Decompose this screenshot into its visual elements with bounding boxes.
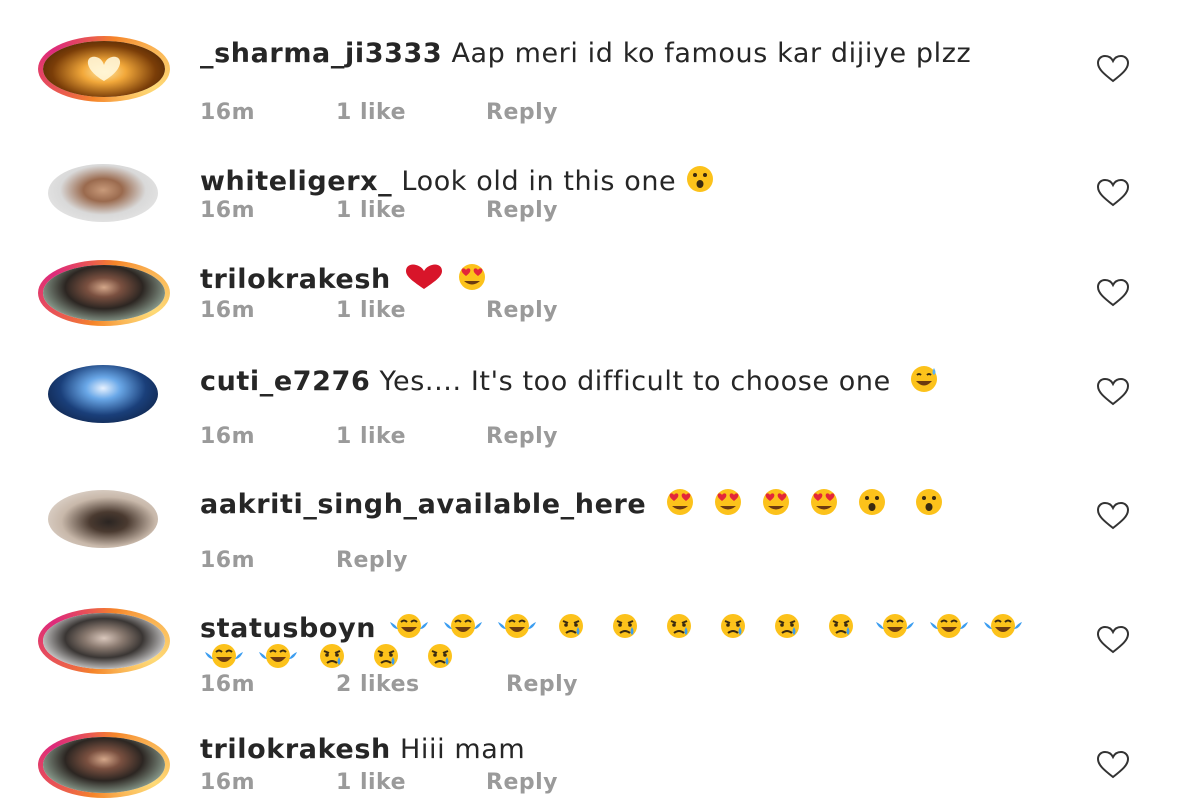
reply-button[interactable]: Reply (506, 672, 578, 697)
comment-likes[interactable]: 1 like (336, 770, 406, 795)
comment-time: 16m (200, 298, 256, 323)
crying-emoji (763, 612, 817, 640)
comment-text-block: aakriti_singh_available_here (200, 488, 1060, 518)
comment-username[interactable]: aakriti_singh_available_here (200, 489, 646, 520)
comment-text-block: _sharma_ji3333 Aap meri id ko famous kar… (200, 40, 1060, 67)
tears-of-joy-emoji (979, 612, 1033, 640)
tears-of-joy-emoji (200, 642, 254, 670)
reply-button[interactable]: Reply (486, 770, 558, 795)
heart-eyes-emoji (752, 488, 800, 516)
avatar[interactable] (48, 164, 158, 222)
heart-outline-icon[interactable] (1096, 501, 1130, 531)
tears-of-joy-emoji (385, 612, 439, 640)
tears-of-joy-emoji (871, 612, 925, 640)
avatar[interactable] (38, 732, 170, 798)
heart-outline-icon[interactable] (1096, 750, 1130, 780)
comment-time: 16m (200, 198, 256, 223)
crying-emoji (416, 642, 470, 670)
avatar[interactable] (48, 490, 158, 548)
comment-text: Hiii mam (400, 734, 526, 765)
comment-text: Aap meri id ko famous kar dijiye plzz (451, 38, 972, 69)
comment-likes[interactable]: 1 like (336, 298, 406, 323)
tears-of-joy-emoji (493, 612, 547, 640)
comment-time: 16m (200, 100, 256, 125)
reply-button[interactable]: Reply (486, 298, 558, 323)
surprised-emoji (905, 488, 953, 516)
comment-likes[interactable]: 1 like (336, 198, 406, 223)
reply-button[interactable]: Reply (486, 424, 558, 449)
sweat-smile-emoji (900, 365, 948, 393)
comment-username[interactable]: whiteligerx_ (200, 166, 392, 197)
comment-username[interactable]: trilokrakesh (200, 734, 391, 765)
crying-emoji (362, 642, 416, 670)
red-heart-emoji (400, 263, 448, 291)
heart-outline-icon[interactable] (1096, 377, 1130, 407)
tears-of-joy-emoji (925, 612, 979, 640)
comment-likes[interactable]: 1 like (336, 424, 406, 449)
comment-text-block: trilokrakesh (200, 263, 1060, 293)
comment-text-block: trilokrakesh Hiii mam (200, 736, 1060, 763)
reply-button[interactable]: Reply (336, 548, 408, 573)
comment-username[interactable]: cuti_e7276 (200, 366, 370, 397)
heart-outline-icon[interactable] (1096, 54, 1130, 84)
avatar[interactable] (38, 260, 170, 326)
heart-eyes-emoji (448, 263, 496, 291)
crying-emoji (655, 612, 709, 640)
crying-emoji (817, 612, 871, 640)
heart-outline-icon[interactable] (1096, 278, 1130, 308)
surprised-emoji (676, 165, 724, 193)
crying-emoji (709, 612, 763, 640)
comment-text: Yes.... It's too difficult to choose one (379, 366, 891, 397)
reply-button[interactable]: Reply (486, 198, 558, 223)
comment-likes[interactable]: 1 like (336, 100, 406, 125)
heart-eyes-emoji (800, 488, 848, 516)
heart-eyes-emoji (656, 488, 704, 516)
comment-text-block: cuti_e7276 Yes.... It's too difficult to… (200, 365, 1060, 395)
tears-of-joy-emoji (254, 642, 308, 670)
crying-emoji (308, 642, 362, 670)
comment-likes[interactable]: 2 likes (336, 672, 420, 697)
heart-outline-icon[interactable] (1096, 625, 1130, 655)
comment-username[interactable]: _sharma_ji3333 (200, 38, 442, 69)
comment-time: 16m (200, 672, 256, 697)
heart-eyes-emoji (704, 488, 752, 516)
comment-text-block: whiteligerx_ Look old in this one (200, 165, 1060, 195)
avatar[interactable] (38, 608, 170, 674)
avatar[interactable] (48, 365, 158, 423)
crying-emoji (547, 612, 601, 640)
comment-time: 16m (200, 548, 256, 573)
comment-text: Look old in this one (401, 166, 677, 197)
comment-text-block: statusboyn (200, 612, 1060, 672)
tears-of-joy-emoji (439, 612, 493, 640)
crying-emoji (601, 612, 655, 640)
comment-time: 16m (200, 424, 256, 449)
avatar[interactable] (38, 36, 170, 102)
surprised-emoji (848, 488, 896, 516)
comment-username[interactable]: statusboyn (200, 613, 376, 644)
heart-outline-icon[interactable] (1096, 178, 1130, 208)
comment-username[interactable]: trilokrakesh (200, 264, 391, 295)
reply-button[interactable]: Reply (486, 100, 558, 125)
comment-time: 16m (200, 770, 256, 795)
